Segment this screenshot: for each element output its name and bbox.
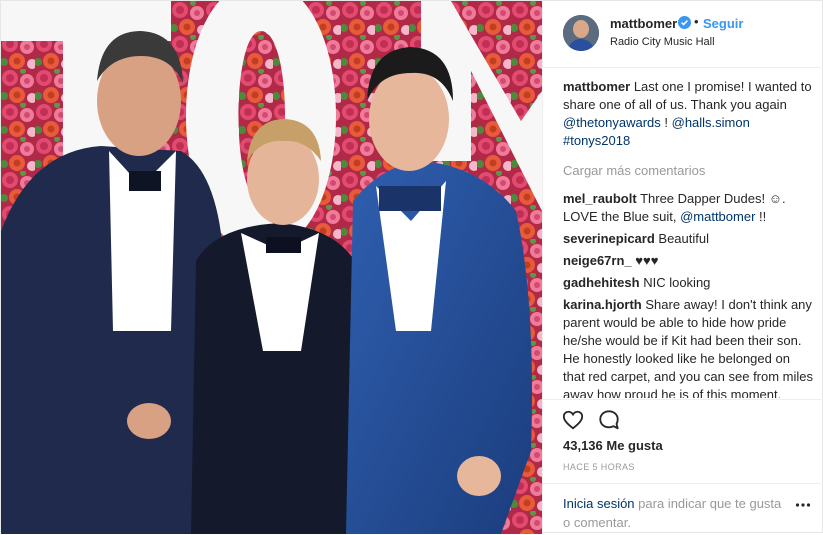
comment-username[interactable]: karina.hjorth	[563, 297, 642, 312]
ellipsis-icon[interactable]	[795, 502, 811, 508]
comment-username[interactable]: neige67rn_	[563, 253, 632, 268]
caption-separator: !	[664, 115, 668, 130]
comment-item: mel_raubolt Three Dapper Dudes! ☺. LOVE …	[563, 190, 813, 226]
post-header: mattbomer • Seguir Radio City Music Hall	[543, 1, 823, 68]
comment-text-tail: !!	[759, 209, 767, 224]
comment-text: ♥♥♥	[635, 253, 659, 268]
verified-badge-icon	[678, 16, 691, 29]
likes-count[interactable]: 43,136 Me gusta	[563, 438, 663, 453]
comment-text: Beautiful	[658, 231, 709, 246]
header-username[interactable]: mattbomer	[610, 16, 677, 31]
hashtag-link[interactable]: #tonys2018	[563, 133, 630, 148]
avatar[interactable]	[563, 15, 599, 51]
caption-username[interactable]: mattbomer	[563, 79, 630, 94]
login-prompt: Inicia sesión para indicar que te gusta …	[543, 483, 823, 535]
mention-link[interactable]: @halls.simon	[672, 115, 750, 130]
mention-link[interactable]: @mattbomer	[680, 209, 755, 224]
comment-item: karina.hjorth Share away! I don't think …	[563, 296, 813, 398]
caption: mattbomer Last one I promise! I wanted t…	[563, 78, 813, 150]
follow-button[interactable]: Seguir	[703, 16, 743, 31]
post-photo[interactable]	[1, 1, 542, 534]
comment-text: NIC looking	[643, 275, 711, 290]
speech-bubble-icon[interactable]	[598, 409, 620, 431]
comment-username[interactable]: severinepicard	[563, 231, 655, 246]
avatar-image	[563, 15, 599, 51]
comments-list[interactable]: mattbomer Last one I promise! I wanted t…	[563, 78, 813, 398]
comment-item: neige67rn_ ♥♥♥	[563, 252, 813, 270]
heart-outline-icon[interactable]	[562, 409, 584, 431]
comment-username[interactable]: gadhehitesh	[563, 275, 640, 290]
login-link[interactable]: Inicia sesión	[563, 496, 635, 511]
comment-item: gadhehitesh NIC looking	[563, 274, 813, 292]
post-sidebar: mattbomer • Seguir Radio City Music Hall…	[542, 1, 823, 534]
load-more-comments-button[interactable]: Cargar más comentarios	[563, 162, 813, 180]
instagram-post: mattbomer • Seguir Radio City Music Hall…	[0, 0, 823, 534]
mention-link[interactable]: @thetonyawards	[563, 115, 661, 130]
comment-username[interactable]: mel_raubolt	[563, 191, 637, 206]
header-separator-dot: •	[694, 14, 699, 29]
post-actions: 43,136 Me gusta HACE 5 HORAS Inicia sesi…	[543, 399, 823, 534]
post-timestamp[interactable]: HACE 5 HORAS	[563, 462, 635, 472]
post-image	[1, 1, 542, 534]
comment-item: severinepicard Beautiful	[563, 230, 813, 248]
location-link[interactable]: Radio City Music Hall	[610, 36, 715, 48]
comment-text: Share away! I don't think any parent wou…	[563, 297, 813, 398]
